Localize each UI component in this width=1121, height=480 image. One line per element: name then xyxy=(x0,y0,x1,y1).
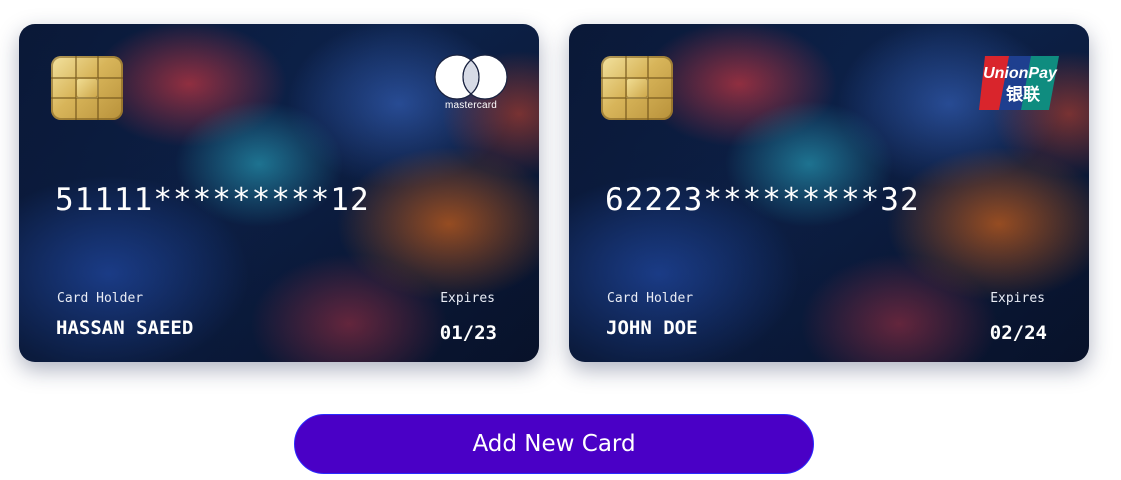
card-number: 62223*********32 xyxy=(605,182,920,218)
brand-text: mastercard xyxy=(444,100,497,111)
card-list: mastercard 51111*********12 Card Holder … xyxy=(0,0,1121,380)
chip-icon xyxy=(51,56,123,120)
card-holder-label: Card Holder xyxy=(607,291,694,306)
card-holder-name: HASSAN SAEED xyxy=(56,317,194,339)
credit-card-unionpay[interactable]: UnionPay 银联 62223*********32 Card Holder… xyxy=(569,24,1089,362)
card-number: 51111*********12 xyxy=(55,182,370,218)
card-expiry: 01/23 xyxy=(439,322,497,344)
svg-text:UnionPay: UnionPay xyxy=(983,65,1058,82)
expires-label: Expires xyxy=(990,291,1045,306)
card-expiry: 02/24 xyxy=(989,322,1047,344)
unionpay-logo-icon: UnionPay 银联 xyxy=(979,54,1059,112)
svg-text:银联: 银联 xyxy=(1006,84,1040,105)
card-holder-name: JOHN DOE xyxy=(606,317,698,339)
add-new-card-button[interactable]: Add New Card xyxy=(294,414,814,474)
expires-label: Expires xyxy=(440,291,495,306)
credit-card-mastercard[interactable]: mastercard 51111*********12 Card Holder … xyxy=(19,24,539,362)
chip-icon xyxy=(601,56,673,120)
card-holder-label: Card Holder xyxy=(57,291,144,306)
mastercard-logo-icon: mastercard xyxy=(433,54,509,114)
